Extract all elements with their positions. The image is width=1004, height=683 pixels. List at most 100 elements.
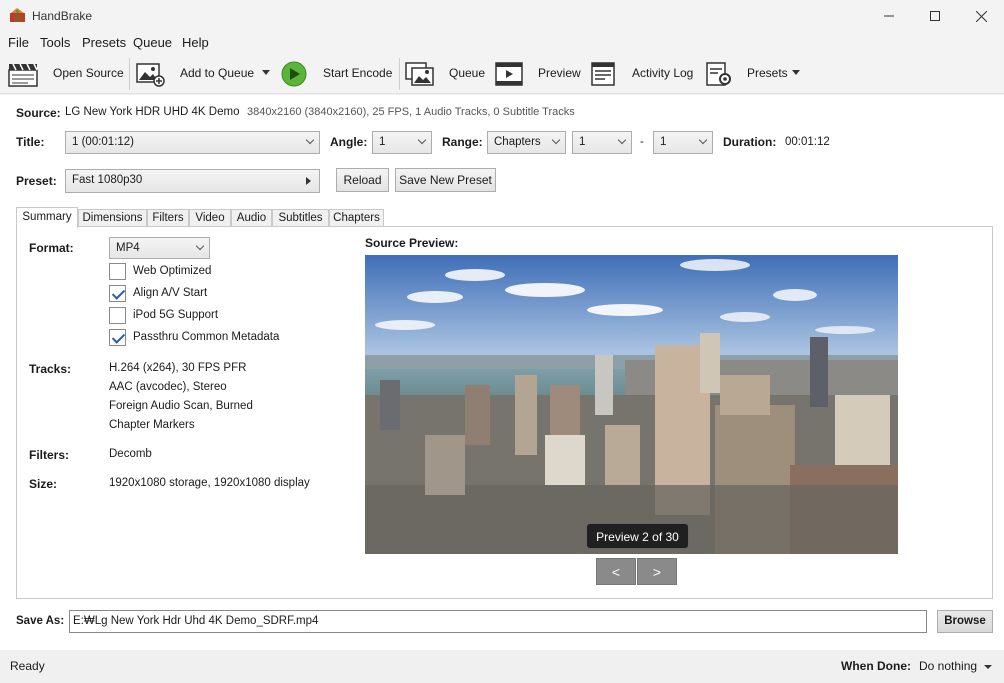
close-button[interactable] bbox=[958, 0, 1004, 32]
chevron-right-icon bbox=[306, 177, 311, 185]
close-icon bbox=[975, 10, 987, 22]
passthru-metadata-checkbox[interactable] bbox=[109, 329, 126, 346]
when-done-label: When Done: bbox=[841, 659, 911, 673]
activity-log-label: Activity Log bbox=[632, 66, 694, 80]
title-bar: HandBrake bbox=[0, 0, 1004, 32]
toolbar-separator bbox=[399, 58, 400, 90]
browse-button[interactable]: Browse bbox=[937, 610, 993, 633]
when-done-select[interactable]: Do nothing bbox=[919, 657, 995, 677]
summary-panel: Format: MP4 Web Optimized Align A/V Star… bbox=[16, 226, 993, 599]
ipod-5g-support-checkbox[interactable] bbox=[109, 307, 126, 324]
track-audio: AAC (avcodec), Stereo bbox=[109, 381, 227, 393]
tab-chapters[interactable]: Chapters bbox=[329, 209, 384, 227]
tab-video[interactable]: Video bbox=[189, 209, 231, 227]
tracks-label: Tracks: bbox=[29, 362, 72, 376]
tab-filters[interactable]: Filters bbox=[147, 209, 189, 227]
toolbar: Open Source Add to Queue Start Encode Qu… bbox=[0, 54, 1004, 94]
queue-label: Queue bbox=[449, 66, 486, 80]
queue-images-icon bbox=[405, 62, 434, 86]
tab-dimensions[interactable]: Dimensions bbox=[78, 209, 147, 227]
status-bar: Ready When Done: Do nothing bbox=[0, 650, 1004, 683]
angle-label: Angle: bbox=[330, 135, 368, 149]
chevron-down-icon bbox=[617, 135, 627, 145]
minimize-button[interactable] bbox=[866, 0, 912, 32]
filters-value: Decomb bbox=[109, 448, 152, 460]
activity-log-icon bbox=[591, 62, 615, 86]
angle-select-value: 1 bbox=[379, 136, 386, 148]
title-select[interactable]: 1 (00:01:12) bbox=[65, 131, 320, 154]
source-details: 3840x2160 (3840x2160), 25 FPS, 1 Audio T… bbox=[247, 106, 575, 118]
range-start-value: 1 bbox=[579, 136, 586, 148]
format-label: Format: bbox=[29, 241, 74, 255]
format-select[interactable]: MP4 bbox=[109, 237, 210, 259]
track-chapters: Chapter Markers bbox=[109, 419, 195, 431]
save-as-path-input[interactable]: E:₩Lg New York Hdr Uhd 4K Demo_SDRF.mp4 bbox=[69, 610, 927, 633]
chevron-down-icon bbox=[698, 135, 708, 145]
passthru-metadata-label: Passthru Common Metadata bbox=[133, 331, 280, 343]
save-new-preset-button[interactable]: Save New Preset bbox=[395, 168, 496, 192]
chevron-down-icon bbox=[551, 135, 561, 145]
web-optimized-checkbox[interactable] bbox=[109, 263, 126, 280]
maximize-button[interactable] bbox=[912, 0, 958, 32]
previous-preview-button[interactable]: < bbox=[596, 558, 636, 585]
source-name: LG New York HDR UHD 4K Demo bbox=[65, 106, 240, 118]
size-value: 1920x1080 storage, 1920x1080 display bbox=[109, 477, 310, 489]
save-as-label: Save As: bbox=[16, 615, 65, 627]
preset-label: Preset: bbox=[16, 174, 57, 188]
clapperboard-icon bbox=[8, 63, 38, 87]
menu-presets[interactable]: Presets bbox=[82, 35, 126, 50]
city-skyline-image bbox=[365, 255, 898, 554]
duration-label: Duration: bbox=[723, 135, 777, 149]
align-av-start-checkbox[interactable] bbox=[109, 285, 126, 302]
chevron-down-icon bbox=[305, 135, 315, 145]
web-optimized-label: Web Optimized bbox=[133, 265, 212, 277]
tab-summary[interactable]: Summary bbox=[16, 207, 78, 228]
preview-label: Preview bbox=[538, 66, 581, 80]
add-image-icon bbox=[136, 63, 165, 87]
toolbar-separator bbox=[129, 58, 130, 90]
chevron-down-icon bbox=[417, 135, 427, 145]
open-source-label: Open Source bbox=[53, 66, 124, 80]
menu-bar: File Tools Presets Queue Help bbox=[0, 32, 1004, 54]
when-done-value: Do nothing bbox=[919, 659, 978, 673]
handbrake-logo-icon bbox=[10, 8, 25, 22]
menu-file[interactable]: File bbox=[8, 35, 29, 50]
angle-select[interactable]: 1 bbox=[372, 131, 432, 154]
title-select-value: 1 (00:01:12) bbox=[72, 136, 135, 148]
preset-selector[interactable]: Fast 1080p30 bbox=[65, 169, 320, 193]
align-av-start-label: Align A/V Start bbox=[133, 287, 208, 299]
reload-button[interactable]: Reload bbox=[336, 168, 389, 192]
track-subtitle: Foreign Audio Scan, Burned bbox=[109, 400, 253, 412]
range-end-select[interactable]: 1 bbox=[653, 131, 713, 154]
add-to-queue-label: Add to Queue bbox=[180, 66, 255, 80]
source-preview-label: Source Preview: bbox=[365, 236, 459, 250]
main-content: Source: LG New York HDR UHD 4K Demo 3840… bbox=[0, 95, 1004, 650]
minimize-icon bbox=[884, 15, 894, 17]
source-label: Source: bbox=[16, 106, 61, 120]
chevron-down-icon bbox=[984, 665, 992, 669]
range-mode-select[interactable]: Chapters bbox=[487, 131, 566, 154]
menu-queue[interactable]: Queue bbox=[133, 35, 172, 50]
duration-value: 00:01:12 bbox=[785, 136, 830, 148]
maximize-icon bbox=[930, 11, 940, 21]
film-play-icon bbox=[495, 62, 523, 86]
add-to-queue-dropdown-icon[interactable] bbox=[262, 70, 270, 75]
preset-value: Fast 1080p30 bbox=[72, 174, 143, 186]
window-title: HandBrake bbox=[32, 9, 93, 23]
tab-subtitles[interactable]: Subtitles bbox=[272, 209, 329, 227]
chevron-down-icon bbox=[195, 241, 205, 251]
source-preview-image: Preview 2 of 30 bbox=[365, 255, 898, 554]
menu-tools[interactable]: Tools bbox=[40, 35, 70, 50]
presets-dropdown-icon[interactable] bbox=[792, 70, 800, 75]
start-encode-label: Start Encode bbox=[323, 66, 393, 80]
range-start-select[interactable]: 1 bbox=[572, 131, 632, 154]
title-label: Title: bbox=[16, 135, 45, 149]
range-label: Range: bbox=[442, 135, 483, 149]
range-end-value: 1 bbox=[660, 136, 667, 148]
tab-audio[interactable]: Audio bbox=[231, 209, 272, 227]
ipod-5g-support-label: iPod 5G Support bbox=[133, 309, 219, 321]
next-preview-button[interactable]: > bbox=[637, 558, 677, 585]
presets-label: Presets bbox=[747, 66, 788, 80]
track-video: H.264 (x264), 30 FPS PFR bbox=[109, 362, 247, 374]
menu-help[interactable]: Help bbox=[182, 35, 209, 50]
